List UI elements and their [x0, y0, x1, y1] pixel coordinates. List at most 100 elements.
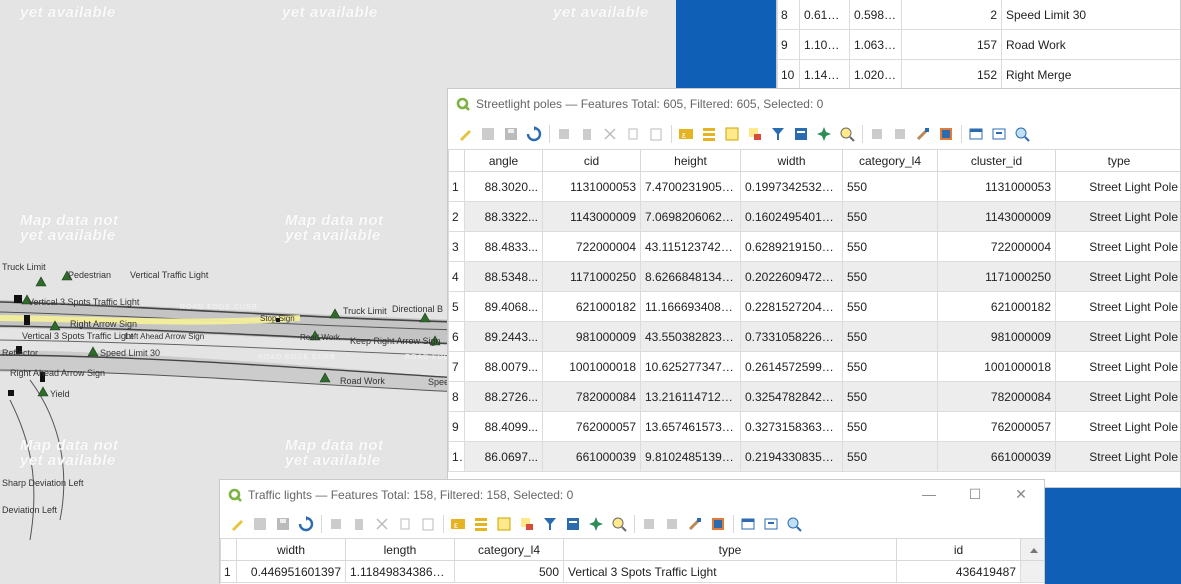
dock-icon[interactable]: [965, 123, 987, 145]
table-cell[interactable]: 88.4099...: [464, 411, 543, 442]
conditional-formatting-icon[interactable]: [935, 123, 957, 145]
table-cell[interactable]: 1143000009: [542, 201, 641, 232]
select-by-expression-icon[interactable]: ε: [675, 123, 697, 145]
table-cell[interactable]: 1.0201...: [849, 59, 902, 89]
paste-rows-icon[interactable]: [661, 513, 683, 535]
zoom-to-selection-icon[interactable]: [608, 513, 630, 535]
table-cell[interactable]: 661000039: [937, 441, 1056, 472]
traffic-lights-attribute-table[interactable]: width length category_l4 type id 1 0.446…: [220, 538, 1044, 583]
conditional-formatting-icon[interactable]: [707, 513, 729, 535]
close-button[interactable]: ✕: [998, 486, 1044, 503]
table-cell[interactable]: 981000009: [937, 321, 1056, 352]
table-cell[interactable]: 1143000009: [937, 201, 1056, 232]
table-cell[interactable]: 88.4833...: [464, 231, 543, 262]
row-number[interactable]: 5: [448, 291, 465, 322]
column-header-height[interactable]: height: [640, 149, 741, 172]
table-cell[interactable]: Street Light Pole: [1055, 201, 1180, 232]
table-cell[interactable]: 1131000053: [542, 171, 641, 202]
table-row[interactable]: 2 88.3322... 1143000009 7.069820606260... 0.…: [448, 201, 1180, 232]
reload-icon[interactable]: [295, 513, 317, 535]
table-cell[interactable]: Street Light Pole: [1055, 411, 1180, 442]
table-cell[interactable]: 1.0637...: [849, 29, 902, 60]
cut-icon[interactable]: [371, 513, 393, 535]
copy-rows-icon[interactable]: [866, 123, 888, 145]
copy-icon[interactable]: [622, 123, 644, 145]
table-row[interactable]: 1 88.3020... 1131000053 7.470023190577... 0.…: [448, 171, 1180, 202]
table-row[interactable]: 8 0.6180... 0.5987... 2 Speed Limit 30: [777, 0, 1180, 30]
table-cell[interactable]: 0.261457259981...: [740, 351, 843, 382]
table-cell[interactable]: 8.626684813449...: [640, 261, 741, 292]
invert-selection-icon[interactable]: [721, 123, 743, 145]
row-number[interactable]: 8: [777, 0, 800, 30]
table-row[interactable]: 7 88.0079... 1001000018 10.62527734760... 0.…: [448, 351, 1180, 382]
table-cell[interactable]: 0.446951601397: [236, 560, 346, 583]
delete-feature-icon[interactable]: [348, 513, 370, 535]
reload-icon[interactable]: [523, 123, 545, 145]
table-cell[interactable]: Street Light Pole: [1055, 171, 1180, 202]
table-cell[interactable]: 0.733105822625...: [740, 321, 843, 352]
table-cell[interactable]: 1.1043...: [799, 29, 850, 60]
table-row[interactable]: 10 86.0697... 661000039 9.810248513986... 0.…: [448, 441, 1180, 472]
window-titlebar[interactable]: Traffic lights — Features Total: 158, Fi…: [220, 480, 1044, 509]
copy-icon[interactable]: [394, 513, 416, 535]
table-cell[interactable]: 1131000053: [937, 171, 1056, 202]
row-number[interactable]: 1: [448, 171, 465, 202]
table-cell[interactable]: 550: [842, 321, 938, 352]
table-cell[interactable]: 722000004: [937, 231, 1056, 262]
select-all-icon[interactable]: [470, 513, 492, 535]
multi-edit-icon[interactable]: [249, 513, 271, 535]
pan-to-selection-icon[interactable]: [813, 123, 835, 145]
streetlight-attribute-table[interactable]: angle cid height width category_l4 clust…: [448, 149, 1180, 472]
table-row[interactable]: 9 1.1043... 1.0637... 157 Road Work: [777, 29, 1180, 60]
zoom-map-icon[interactable]: [783, 513, 805, 535]
table-cell[interactable]: 550: [842, 261, 938, 292]
select-all-icon[interactable]: [698, 123, 720, 145]
table-cell[interactable]: 88.2726...: [464, 381, 543, 412]
column-header-length[interactable]: length: [345, 538, 455, 561]
table-cell[interactable]: 621000182: [542, 291, 641, 322]
column-header-category-l4[interactable]: category_l4: [454, 538, 564, 561]
move-selection-to-top-icon[interactable]: [790, 123, 812, 145]
table-cell[interactable]: 0.228152720403...: [740, 291, 843, 322]
table-cell[interactable]: 0.327315836379...: [740, 411, 843, 442]
table-cell[interactable]: 550: [842, 201, 938, 232]
table-row[interactable]: 4 88.5348... 1171000250 8.626684813449... 0.…: [448, 261, 1180, 292]
row-number[interactable]: 10: [777, 59, 800, 89]
multi-edit-icon[interactable]: [477, 123, 499, 145]
table-row[interactable]: 8 88.2726... 782000084 13.21611471219... 0.3…: [448, 381, 1180, 412]
table-cell[interactable]: Street Light Pole: [1055, 441, 1180, 472]
table-cell[interactable]: 1171000250: [542, 261, 641, 292]
corner-header[interactable]: [448, 149, 465, 172]
table-cell[interactable]: 550: [842, 231, 938, 262]
table-cell[interactable]: Road Work: [1001, 29, 1180, 60]
paste-icon[interactable]: [645, 123, 667, 145]
table-cell[interactable]: 550: [842, 411, 938, 442]
table-cell[interactable]: 0.160249540190...: [740, 201, 843, 232]
filter-icon[interactable]: [539, 513, 561, 535]
table-cell[interactable]: 1001000018: [542, 351, 641, 382]
actions-icon[interactable]: [760, 513, 782, 535]
column-header-category-l4[interactable]: category_l4: [842, 149, 938, 172]
row-number[interactable]: 7: [448, 351, 465, 382]
table-cell[interactable]: 550: [842, 171, 938, 202]
toggle-editing-icon[interactable]: [226, 513, 248, 535]
table-cell[interactable]: 782000084: [542, 381, 641, 412]
table-cell[interactable]: 0.5987...: [849, 0, 902, 30]
table-cell[interactable]: 550: [842, 291, 938, 322]
column-header-type[interactable]: type: [563, 538, 897, 561]
table-cell[interactable]: 1001000018: [937, 351, 1056, 382]
table-cell[interactable]: 88.0079...: [464, 351, 543, 382]
row-number[interactable]: 3: [448, 231, 465, 262]
table-cell[interactable]: 722000004: [542, 231, 641, 262]
save-edits-icon[interactable]: [272, 513, 294, 535]
table-cell[interactable]: 11.16669340826...: [640, 291, 741, 322]
row-number[interactable]: 1: [220, 560, 237, 583]
table-cell[interactable]: Vertical 3 Spots Traffic Light: [563, 560, 897, 583]
delete-feature-icon[interactable]: [576, 123, 598, 145]
deselect-all-icon[interactable]: [744, 123, 766, 145]
cut-icon[interactable]: [599, 123, 621, 145]
row-number[interactable]: 9: [448, 411, 465, 442]
paste-icon[interactable]: [417, 513, 439, 535]
table-cell[interactable]: 13.65746157354...: [640, 411, 741, 442]
table-cell[interactable]: Street Light Pole: [1055, 231, 1180, 262]
